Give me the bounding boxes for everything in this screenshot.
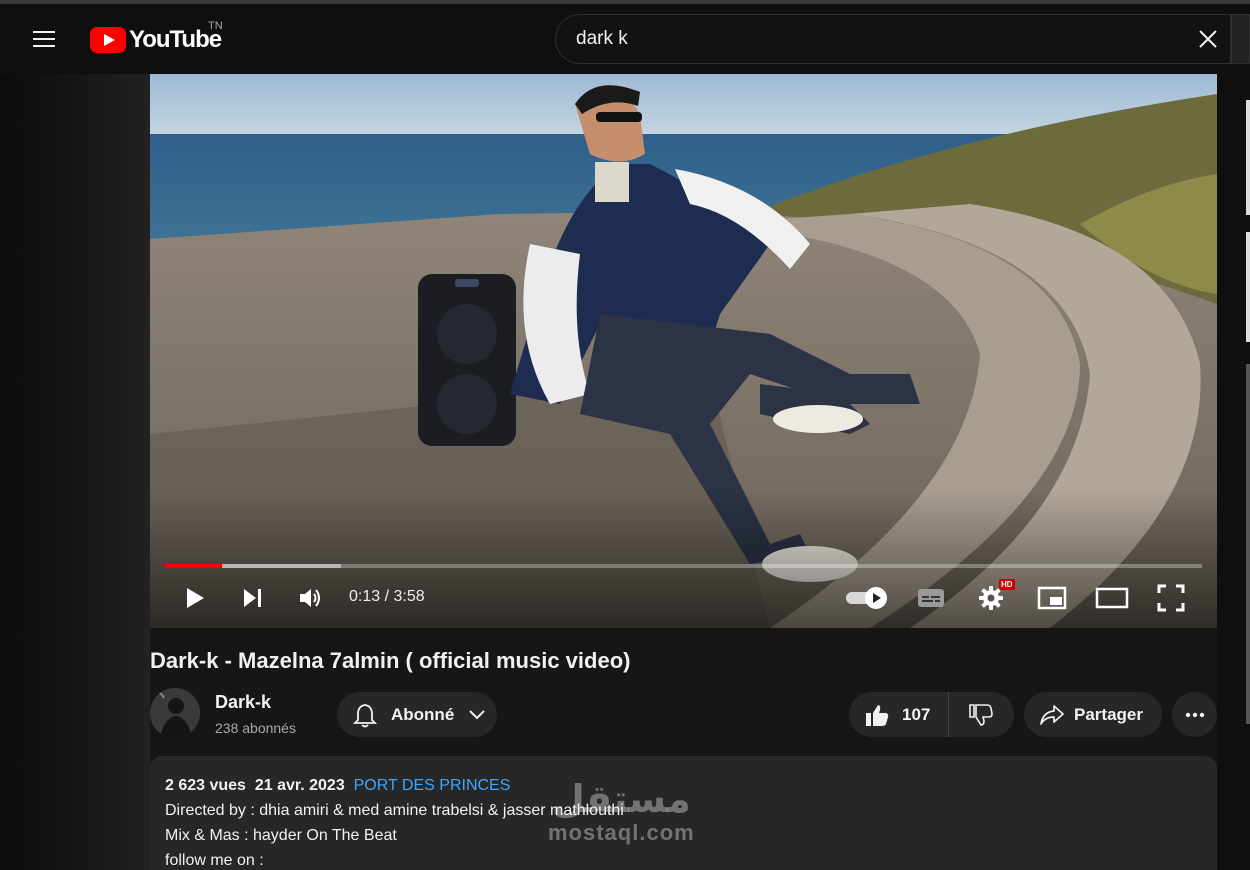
progress-played (165, 564, 223, 568)
subtitles-icon (918, 589, 944, 607)
like-count: 107 (902, 704, 931, 724)
hd-badge: HD (999, 579, 1015, 590)
miniplayer-icon (1037, 586, 1067, 610)
related-thumbnail-edge[interactable] (1246, 100, 1250, 215)
thumbs-up-icon (866, 704, 889, 726)
miniplayer-button[interactable] (1036, 582, 1068, 614)
play-button[interactable] (180, 582, 210, 614)
skip-next-icon (244, 589, 261, 607)
progress-bar[interactable] (165, 564, 1202, 568)
volume-icon (300, 589, 320, 607)
avatar-image (150, 688, 200, 738)
subscriber-count: 238 abonnés (215, 720, 296, 736)
share-label: Partager (1074, 704, 1143, 724)
volume-button[interactable] (296, 582, 326, 614)
location-link[interactable]: PORT DES PRINCES (354, 777, 511, 794)
related-thumbnail-edge[interactable] (1246, 364, 1250, 724)
youtube-logo[interactable]: YouTube TN (90, 20, 223, 54)
more-horizontal-icon (1185, 712, 1204, 717)
fullscreen-icon (1157, 584, 1185, 612)
search-button[interactable] (1231, 14, 1250, 64)
view-count: 2 623 vues (165, 777, 246, 794)
description-line: follow me on : (165, 852, 264, 869)
search-input[interactable]: dark k (555, 14, 1231, 64)
theater-mode-icon (1095, 587, 1129, 609)
hamburger-menu-icon[interactable] (30, 26, 60, 52)
like-dislike-group: 107 (849, 692, 1014, 737)
channel-name[interactable]: Dark-k (215, 692, 271, 713)
autoplay-toggle-icon (846, 587, 887, 609)
share-arrow-icon (1040, 704, 1064, 725)
watermark-arabic-logo: مستقل (551, 777, 691, 821)
upload-date: 21 avr. 2023 (254, 777, 345, 794)
thumbs-down-icon (969, 703, 993, 726)
channel-avatar[interactable] (150, 688, 200, 738)
chevron-down-icon (469, 709, 485, 719)
top-header: YouTube TN dark k (0, 4, 1250, 74)
country-code: TN (208, 20, 223, 32)
subscribed-button[interactable]: Abonné (337, 692, 497, 737)
fullscreen-button[interactable] (1156, 582, 1186, 614)
video-player[interactable]: 0:13 / 3:58 HD (150, 74, 1217, 628)
youtube-play-icon (90, 27, 126, 53)
bell-icon (353, 703, 377, 727)
next-button[interactable] (238, 582, 268, 614)
autoplay-toggle[interactable] (844, 582, 890, 614)
mostaql-watermark: مستقل mostaql.com (548, 778, 695, 846)
subscribed-label: Abonné (391, 704, 455, 724)
video-title: Dark-k - Mazelna 7almin ( official music… (150, 648, 631, 673)
more-actions-button[interactable] (1172, 692, 1217, 737)
dislike-button[interactable] (949, 692, 1013, 737)
play-icon (187, 588, 204, 608)
left-background (0, 74, 150, 870)
share-button[interactable]: Partager (1024, 692, 1162, 737)
subtitles-button[interactable] (916, 582, 946, 614)
time-display: 0:13 / 3:58 (349, 588, 425, 605)
watermark-latin: mostaql.com (548, 820, 695, 845)
video-frame (150, 74, 1217, 628)
search-value[interactable]: dark k (576, 28, 628, 50)
related-thumbnail-edge[interactable] (1246, 232, 1250, 342)
theater-mode-button[interactable] (1094, 582, 1130, 614)
clear-search-icon[interactable] (1196, 27, 1220, 51)
like-button[interactable]: 107 (849, 692, 949, 737)
